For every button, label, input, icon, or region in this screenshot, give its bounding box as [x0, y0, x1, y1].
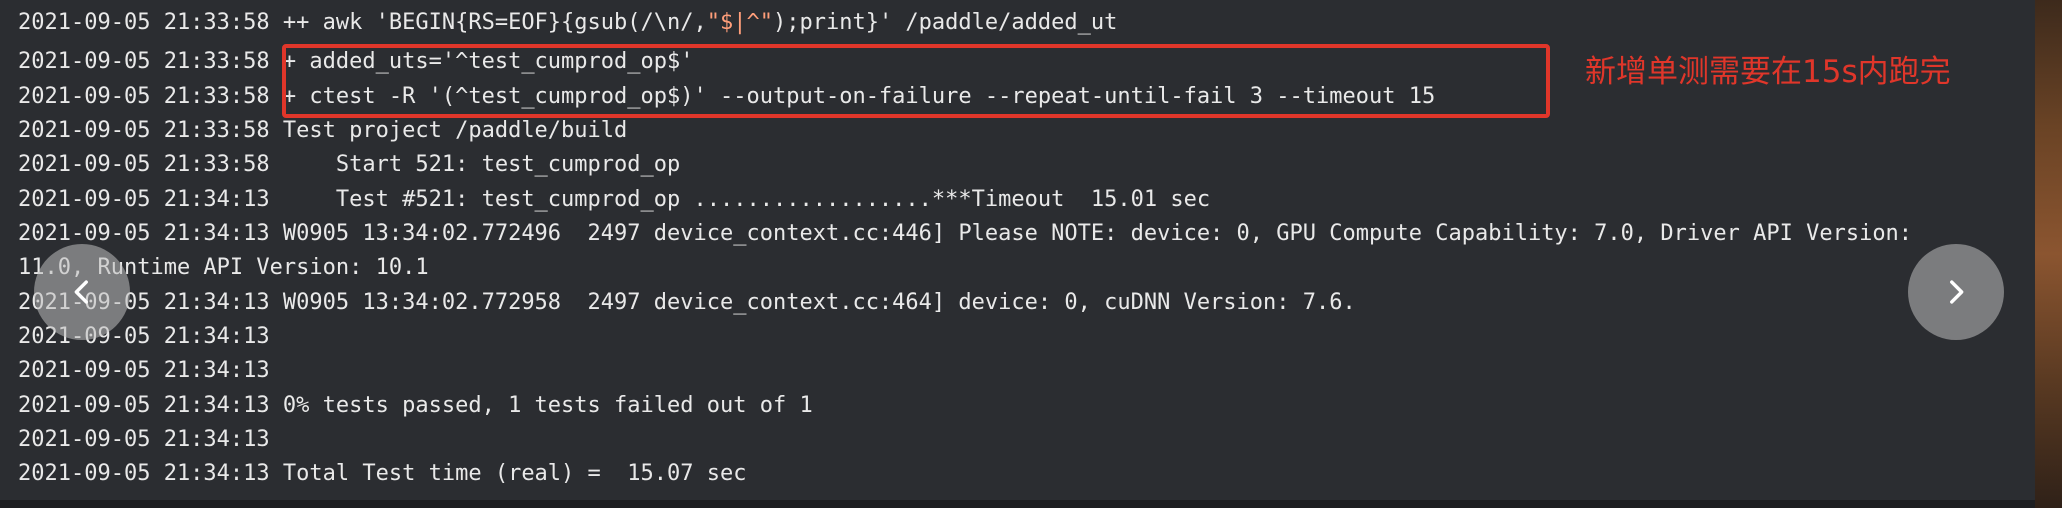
bottom-edge [0, 500, 2035, 508]
log-line: 2021-09-05 21:33:58 Test project /paddle… [18, 118, 628, 143]
annotation-label: 新增单测需要在15s内跑完 [1585, 54, 1951, 90]
log-line: 2021-09-05 21:34:13 Test #521: test_cump… [18, 187, 1211, 212]
desktop-background-strip [2035, 0, 2062, 508]
annotation-highlight-box [282, 44, 1550, 118]
log-line: 2021-09-05 21:33:58 ++ awk 'BEGIN{RS=EOF… [18, 10, 1118, 35]
log-line: 2021-09-05 21:33:58 Start 521: test_cump… [18, 152, 681, 177]
log-line: 2021-09-05 21:34:13 W0905 13:34:02.77295… [18, 290, 1356, 315]
log-line: 2021-09-05 21:34:13 [18, 358, 270, 383]
log-line: 2021-09-05 21:34:13 W0905 13:34:02.77249… [18, 221, 1913, 246]
log-line: 2021-09-05 21:34:13 0% tests passed, 1 t… [18, 393, 813, 418]
chevron-right-icon [1950, 280, 1964, 304]
next-button[interactable] [1908, 244, 2004, 340]
previous-button[interactable] [34, 244, 130, 340]
chevron-left-icon [74, 280, 88, 304]
terminal-output: 2021-09-05 21:33:58 ++ awk 'BEGIN{RS=EOF… [0, 0, 2035, 508]
log-line: 2021-09-05 21:34:13 Total Test time (rea… [18, 461, 747, 486]
log-line: 2021-09-05 21:34:13 [18, 427, 270, 452]
